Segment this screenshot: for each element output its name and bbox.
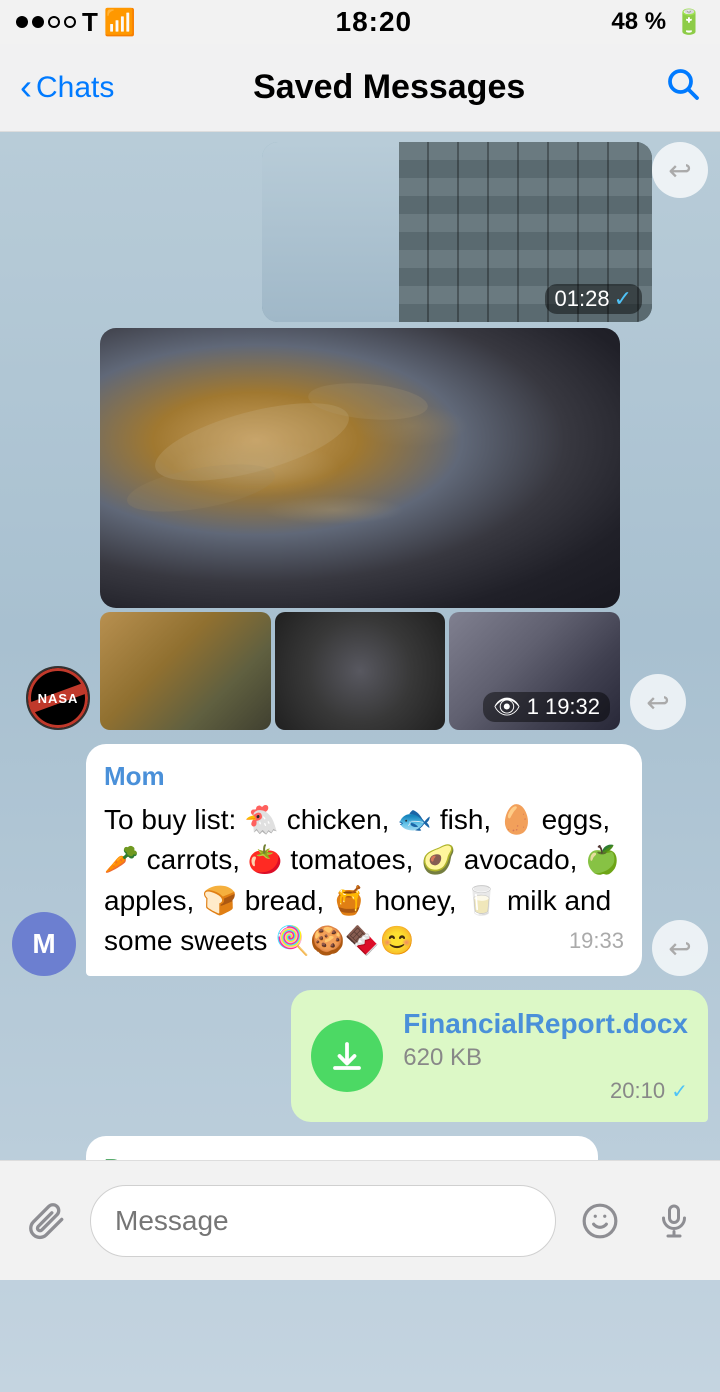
building-image-message[interactable]: 01:28 ✓ (262, 142, 652, 322)
file-name: FinancialReport.docx (403, 1008, 688, 1040)
mom-sender-name: Mom (104, 758, 624, 796)
nasa-avatar: NASA (26, 666, 90, 730)
back-button[interactable]: ‹ Chats (20, 68, 114, 108)
nasa-avatar-row: NASA 👁 1 (26, 328, 708, 730)
sky-area (262, 142, 410, 322)
file-time: 20:10 ✓ (403, 1078, 688, 1104)
mom-message-time: 19:33 (569, 925, 624, 957)
jupiter-thumb-1[interactable] (100, 612, 271, 730)
mom-avatar-letter: M (32, 928, 55, 960)
mom-message-section: M Mom To buy list: 🐔 chicken, 🐟 fish, 🥚 … (12, 744, 708, 976)
file-download-icon[interactable] (311, 1020, 383, 1092)
mom-message-text: To buy list: 🐔 chicken, 🐟 fish, 🥚 eggs, … (104, 804, 620, 957)
signal-dots (16, 16, 76, 28)
dot4 (64, 16, 76, 28)
nav-bar: ‹ Chats Saved Messages (0, 44, 720, 132)
chevron-left-icon: ‹ (20, 66, 32, 108)
page-title: Saved Messages (253, 68, 525, 107)
mom-avatar: M (12, 912, 76, 976)
nasa-text: NASA (38, 691, 79, 706)
mom-row: M Mom To buy list: 🐔 chicken, 🐟 fish, 🥚 … (12, 744, 708, 976)
forward-button-2[interactable]: ↩ (630, 674, 686, 730)
microphone-button[interactable] (644, 1191, 704, 1251)
image-time-badge: 01:28 ✓ (545, 284, 643, 314)
view-count: 1 (527, 694, 539, 720)
jupiter-thumb-3[interactable]: 👁 1 19:32 (449, 612, 620, 730)
forward-button-3[interactable]: ↩ (652, 920, 708, 976)
wifi-icon: 📶 (104, 7, 136, 38)
status-bar: T 📶 18:20 48 % 🔋 (0, 0, 720, 44)
file-time-text: 20:10 (610, 1078, 665, 1103)
file-read-check: ✓ (671, 1081, 688, 1103)
dot3 (48, 16, 60, 28)
carrier-label: T (82, 7, 98, 38)
image-time: 01:28 (555, 286, 610, 312)
mom-bubble[interactable]: Mom To buy list: 🐔 chicken, 🐟 fish, 🥚 eg… (86, 744, 642, 976)
file-message-section: FinancialReport.docx 620 KB 20:10 ✓ (12, 990, 708, 1122)
eye-icon: 👁 (493, 694, 521, 720)
message-input[interactable] (90, 1185, 556, 1257)
jupiter-thumbnails: 👁 1 19:32 (100, 612, 620, 730)
battery-label: 48 % (611, 8, 666, 36)
nasa-logo: NASA (28, 668, 88, 728)
file-size: 620 KB (403, 1044, 688, 1072)
msg-1-row: 01:28 ✓ ↩ (12, 142, 708, 322)
image-meta-badge: 👁 1 19:32 (483, 692, 610, 722)
status-right: 48 % 🔋 (611, 8, 704, 37)
file-bubble[interactable]: FinancialReport.docx 620 KB 20:10 ✓ (291, 990, 708, 1122)
file-info: FinancialReport.docx 620 KB 20:10 ✓ (403, 1008, 688, 1104)
input-bar (0, 1160, 720, 1280)
status-left: T 📶 (16, 7, 136, 38)
read-check-icon: ✓ (614, 286, 632, 312)
file-row: FinancialReport.docx 620 KB 20:10 ✓ (12, 990, 708, 1122)
status-time: 18:20 (336, 6, 413, 38)
search-button[interactable] (664, 65, 700, 111)
dot1 (16, 16, 28, 28)
back-label: Chats (36, 71, 114, 105)
msg-1-container: 01:28 ✓ (262, 142, 652, 322)
jupiter-main-image[interactable] (100, 328, 620, 608)
dot2 (32, 16, 44, 28)
battery-icon: 🔋 (674, 8, 704, 37)
sticker-button[interactable] (570, 1191, 630, 1251)
jupiter-images-group: 👁 1 19:32 (100, 328, 620, 730)
attach-button[interactable] (16, 1191, 76, 1251)
thumb-time: 19:32 (545, 694, 600, 720)
jupiter-thumb-2[interactable] (275, 612, 446, 730)
forward-button-1[interactable]: ↩ (652, 142, 708, 198)
